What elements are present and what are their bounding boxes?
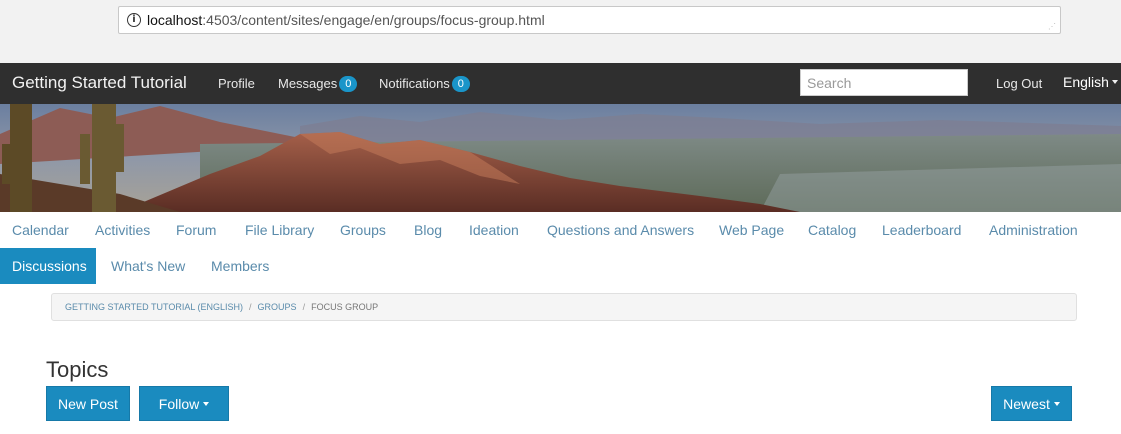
subnav-members[interactable]: Members (211, 258, 269, 274)
browser-chrome: i localhost:4503/content/sites/engage/en… (0, 0, 1121, 63)
breadcrumb-item-tutorial[interactable]: GETTING STARTED TUTORIAL (ENGLISH) (65, 302, 243, 312)
messages-count-badge: 0 (339, 76, 358, 92)
search-input[interactable] (800, 69, 968, 96)
breadcrumb-item-current: FOCUS GROUP (311, 302, 379, 312)
chevron-down-icon (1111, 80, 1118, 84)
follow-dropdown-button[interactable]: Follow (139, 386, 229, 421)
site-brand[interactable]: Getting Started Tutorial (12, 73, 187, 93)
subnav-forum[interactable]: Forum (176, 222, 216, 238)
breadcrumb-item-groups[interactable]: GROUPS (258, 302, 297, 312)
nav-notifications-label: Notifications (379, 76, 450, 91)
subnav-file-library[interactable]: File Library (245, 222, 314, 238)
sort-dropdown-button[interactable]: Newest (991, 386, 1072, 421)
language-dropdown[interactable]: English (1063, 74, 1118, 90)
breadcrumb-separator: / (302, 302, 306, 312)
nav-messages[interactable]: Messages 0 (278, 76, 358, 92)
breadcrumb: GETTING STARTED TUTORIAL (ENGLISH) / GROUP… (51, 293, 1077, 321)
subnav-questions-and-answers[interactable]: Questions and Answers (547, 222, 694, 238)
subnav-ideation[interactable]: Ideation (469, 222, 519, 238)
resize-grip-icon: ⋰ (1048, 22, 1056, 31)
subnav-whats-new[interactable]: What's New (111, 258, 185, 274)
nav-messages-label: Messages (278, 76, 338, 91)
subnav-blog[interactable]: Blog (414, 222, 442, 238)
url-host: localhost (147, 12, 203, 28)
nav-notifications[interactable]: Notifications 0 (379, 76, 470, 92)
follow-label: Follow (158, 396, 200, 412)
header-banner-image (0, 104, 1121, 212)
subnav-discussions-label: Discussions (12, 258, 87, 274)
chevron-down-icon (1053, 402, 1060, 406)
info-icon[interactable]: i (127, 13, 141, 27)
subnav-web-page[interactable]: Web Page (719, 222, 784, 238)
url-path: :4503/content/sites/engage/en/groups/foc… (202, 12, 545, 28)
subnav-leaderboard[interactable]: Leaderboard (882, 222, 961, 238)
subnav-calendar[interactable]: Calendar (12, 222, 69, 238)
notifications-count-badge: 0 (451, 76, 470, 92)
breadcrumb-separator: / (249, 302, 252, 312)
language-label: English (1063, 74, 1109, 90)
subnav-activities[interactable]: Activities (95, 222, 150, 238)
subnav-discussions[interactable]: Discussions (0, 248, 96, 284)
logout-link[interactable]: Log Out (996, 76, 1042, 91)
chevron-down-icon (203, 402, 210, 406)
subnav-administration[interactable]: Administration (989, 222, 1078, 238)
new-post-button[interactable]: New Post (46, 386, 130, 421)
topics-heading: Topics (46, 357, 109, 382)
subnav-groups[interactable]: Groups (340, 222, 386, 238)
address-bar[interactable]: i localhost:4503/content/sites/engage/en… (118, 6, 1061, 34)
nav-profile[interactable]: Profile (218, 76, 255, 91)
sort-label: Newest (1003, 396, 1050, 412)
url-text[interactable]: localhost:4503/content/sites/engage/en/g… (147, 12, 545, 28)
subnav-catalog[interactable]: Catalog (808, 222, 856, 238)
top-navbar: Getting Started Tutorial Profile Message… (0, 63, 1121, 104)
